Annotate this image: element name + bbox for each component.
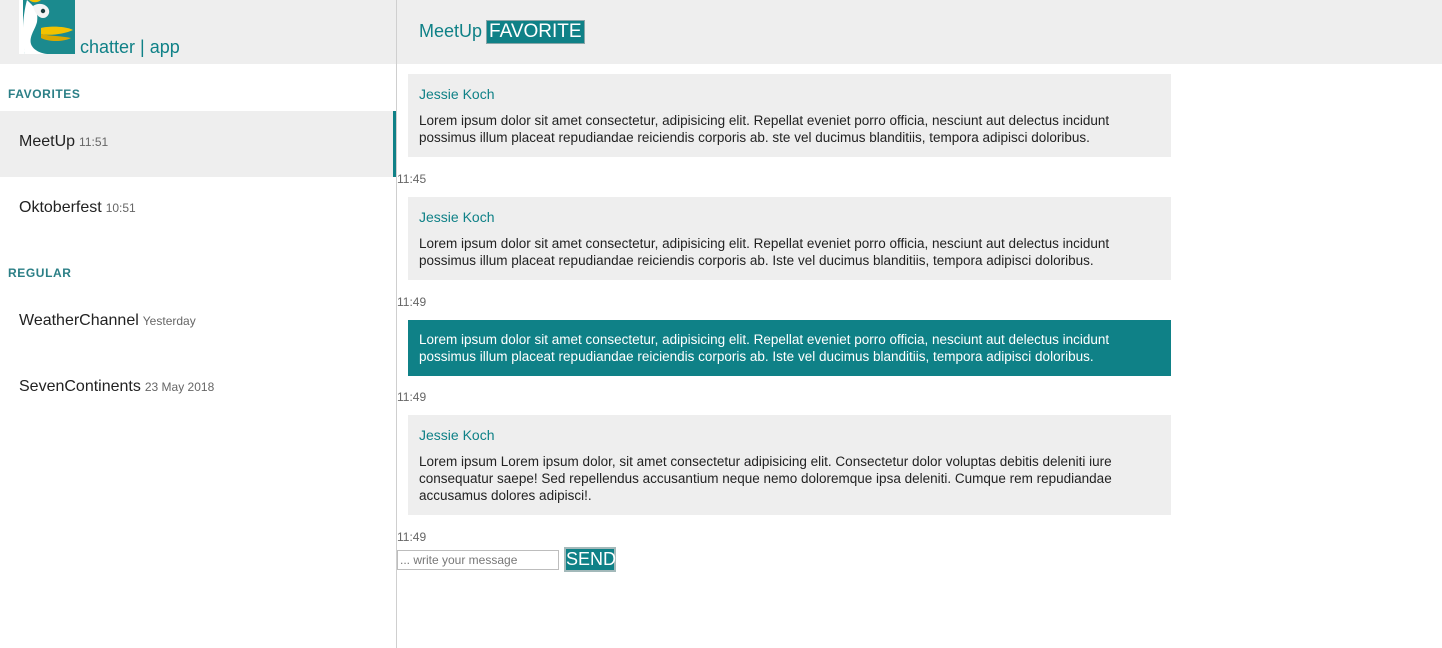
message-bubble: Jessie Koch Lorem ipsum Lorem ipsum dolo…: [408, 415, 1171, 515]
chat-header: MeetUp FAVORITE: [397, 0, 1442, 64]
message-author: Jessie Koch: [419, 86, 495, 102]
send-button[interactable]: SEND: [564, 547, 616, 572]
chat-item-name: WeatherChannel Yesterday: [19, 312, 196, 329]
chat-item-time: 10:51: [105, 201, 136, 215]
chat-item-time: 23 May 2018: [144, 380, 215, 394]
chat-title-text: MeetUp: [419, 21, 483, 41]
chat-item-oktoberfest[interactable]: Oktoberfest 10:51: [0, 177, 396, 243]
message-text: Lorem ipsum dolor sit amet consectetur, …: [419, 113, 1110, 145]
favorites-section-title: FAVORITES: [8, 87, 81, 101]
favorite-button[interactable]: FAVORITE: [486, 20, 585, 44]
chat-item-time: Yesterday: [142, 314, 196, 328]
message-text: Lorem ipsum dolor sit amet consectetur, …: [419, 236, 1110, 268]
message-time: 11:45: [397, 172, 427, 186]
message-text: Lorem ipsum Lorem ipsum dolor, sit amet …: [419, 454, 1112, 503]
chat-item-meetup[interactable]: MeetUp 11:51: [0, 111, 396, 177]
chat-item-weatherchannel[interactable]: WeatherChannel Yesterday: [0, 290, 396, 356]
chat-item-name: SevenContinents 23 May 2018: [19, 378, 215, 395]
duck-logo-icon: [19, 0, 75, 54]
brand-name: chatter | app: [80, 37, 180, 57]
sidebar: chatter | app FAVORITES MeetUp 11:51 Okto…: [0, 0, 397, 648]
message-text: Lorem ipsum dolor sit amet consectetur, …: [419, 332, 1110, 364]
regular-section-title: REGULAR: [8, 266, 72, 280]
message-bubble: Jessie Koch Lorem ipsum dolor sit amet c…: [408, 74, 1171, 157]
own-message-bubble: Lorem ipsum dolor sit amet consectetur, …: [408, 320, 1171, 376]
message-time: 11:49: [397, 295, 427, 309]
brand-bar: chatter | app: [0, 0, 396, 64]
chat-item-time: 11:51: [79, 135, 109, 149]
chat-item-sevencontinents[interactable]: SevenContinents 23 May 2018: [0, 356, 396, 422]
message-bubble: Jessie Koch Lorem ipsum dolor sit amet c…: [408, 197, 1171, 280]
chat-item-name: MeetUp 11:51: [19, 133, 109, 150]
message-time: 11:49: [397, 530, 427, 544]
message-author: Jessie Koch: [419, 427, 495, 443]
chat-title: MeetUp FAVORITE: [419, 20, 585, 44]
message-author: Jessie Koch: [419, 209, 495, 225]
chatter-app: chatter | app FAVORITES MeetUp 11:51 Okto…: [0, 0, 1442, 648]
message-input[interactable]: [397, 550, 559, 570]
chat-item-name: Oktoberfest 10:51: [19, 199, 136, 216]
message-time: 11:49: [397, 390, 427, 404]
